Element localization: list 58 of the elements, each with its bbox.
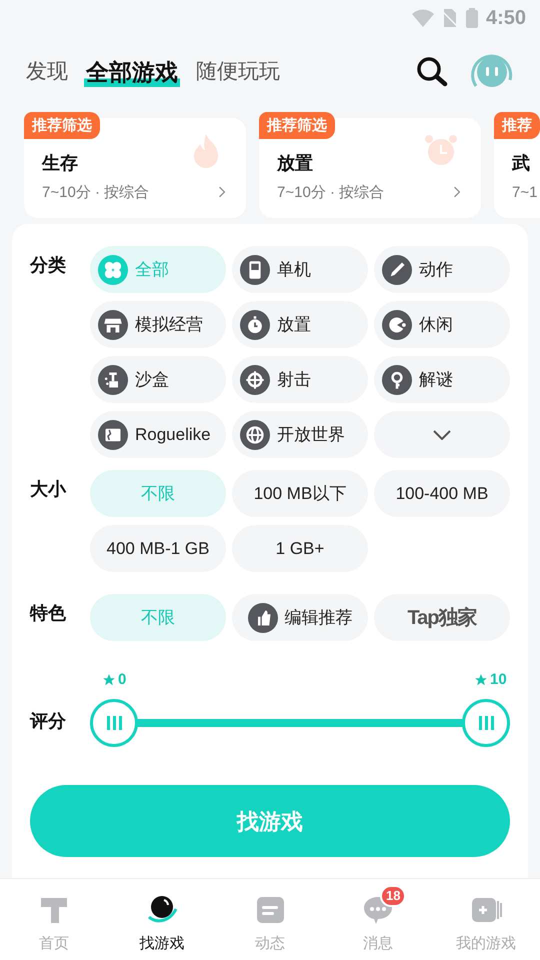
filter-chip[interactable]: 沙盒	[90, 356, 226, 403]
card-subtitle: 7~1	[512, 183, 538, 203]
filter-chip[interactable]: 1 GB+	[232, 525, 368, 572]
filter-chip[interactable]: 模拟经营	[90, 301, 226, 348]
rating-value: 0	[102, 669, 126, 692]
no-sim-icon	[442, 9, 458, 27]
chevron-down-icon	[433, 430, 451, 440]
filter-label: 大小	[30, 478, 68, 501]
thumbs-up-icon	[248, 602, 278, 632]
pacman-icon	[382, 310, 412, 340]
card-subtitle: 7~10分 · 按综合	[42, 183, 150, 203]
filter-chip[interactable]: Roguelike	[90, 411, 226, 458]
filter-chip[interactable]: 100-400 MB	[374, 470, 510, 517]
star-icon	[102, 673, 116, 688]
top-tab[interactable]: 全部游戏	[84, 57, 180, 87]
filter-chip[interactable]: 放置	[232, 301, 368, 348]
filter-chip[interactable]: 编辑推荐	[232, 594, 368, 641]
filter-label: 特色	[30, 602, 67, 625]
chevron-right-icon	[453, 186, 461, 198]
globe-icon	[240, 420, 270, 450]
stopwatch-icon	[240, 310, 270, 340]
grid-icon	[98, 254, 128, 284]
expand-button[interactable]	[374, 411, 510, 458]
search-icon	[415, 55, 449, 89]
nav-tab[interactable]: 找游戏	[108, 879, 216, 960]
unread-badge: 18	[380, 885, 406, 907]
filter-label: 评分	[30, 710, 67, 733]
filter-label: 分类	[30, 254, 67, 277]
battery-icon	[466, 8, 478, 28]
shop-icon	[98, 310, 128, 340]
map-icon	[98, 420, 128, 450]
filter-chip[interactable]: 休闲	[374, 301, 510, 348]
crosshair-icon	[240, 364, 270, 394]
filter-chip[interactable]: 400 MB-1 GB	[90, 525, 226, 572]
filter-chip[interactable]: 动作	[374, 246, 510, 293]
recommend-badge: 推荐筛选	[259, 112, 335, 139]
wifi-icon	[412, 9, 434, 27]
card-title: 武	[512, 152, 530, 175]
star-icon	[474, 673, 488, 688]
recommend-badge: 推荐筛选	[24, 112, 100, 139]
sandbox-icon	[98, 364, 128, 394]
filter-chip[interactable]: 解谜	[374, 356, 510, 403]
key-icon	[382, 364, 412, 394]
chevron-right-icon	[218, 186, 226, 198]
top-tab[interactable]: 发现	[26, 57, 68, 87]
card-subtitle: 7~10分 · 按综合	[277, 183, 384, 203]
recommend-badge: 推荐	[494, 112, 540, 139]
card-title: 生存	[42, 152, 78, 175]
filter-chip[interactable]: 开放世界	[232, 411, 368, 458]
card-title: 放置	[277, 152, 313, 175]
status-time: 4:50	[486, 6, 526, 31]
filter-chip[interactable]: 100 MB以下	[232, 470, 368, 517]
filter-chip[interactable]: 单机	[232, 246, 368, 293]
top-tab[interactable]: 随便玩玩	[196, 57, 280, 87]
rating-value: 10	[474, 669, 507, 692]
filter-chip[interactable]: 射击	[232, 356, 368, 403]
filter-chip[interactable]: Tap独家	[374, 594, 510, 641]
handheld-console-icon	[240, 254, 270, 284]
